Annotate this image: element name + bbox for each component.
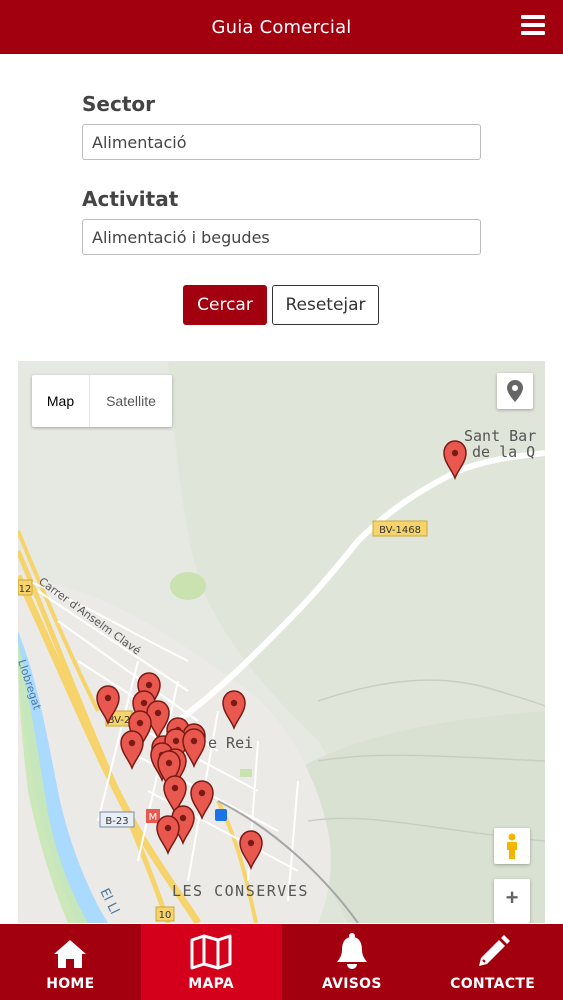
nav-avisos-label: AVISOS xyxy=(321,976,382,992)
map-view[interactable]: BV-1468 B-23 BV-2 12 10 M Sant Bar de la… xyxy=(18,361,545,923)
place-label-sant-bartomeu-2: de la Q xyxy=(472,443,535,461)
app-header: Guia Comercial xyxy=(0,0,563,54)
nav-mapa-label: MAPA xyxy=(188,976,235,992)
road-label-b23: B-23 xyxy=(105,816,128,827)
app-title: Guia Comercial xyxy=(211,16,352,38)
zoom-in-button[interactable]: + xyxy=(494,879,530,923)
nav-mapa[interactable]: MAPA xyxy=(140,924,282,1000)
map-icon xyxy=(190,934,232,970)
bell-icon xyxy=(336,933,367,969)
nav-contacte[interactable]: CONTACTE xyxy=(422,924,563,1000)
activitat-label: Activitat xyxy=(82,187,179,211)
location-pin-icon[interactable] xyxy=(497,373,533,409)
sector-label: Sector xyxy=(82,92,155,116)
hamburger-icon[interactable] xyxy=(521,15,545,35)
map-canvas: BV-1468 B-23 BV-2 12 10 M Sant Bar de la… xyxy=(18,361,545,923)
road-label-12: 12 xyxy=(19,584,32,595)
activitat-select[interactable]: Alimentació i begudes xyxy=(82,219,481,255)
home-icon xyxy=(54,940,87,968)
road-label-10: 10 xyxy=(159,910,172,921)
nav-avisos[interactable]: AVISOS xyxy=(282,924,423,1000)
bottom-nav: HOME MAPA AVISOS CONTACTE xyxy=(0,924,563,1000)
road-label-bv1468: BV-1468 xyxy=(379,525,421,536)
pegman-icon[interactable] xyxy=(494,828,530,864)
map-type-map-button[interactable]: Map xyxy=(32,375,90,427)
place-label-rei: e Rei xyxy=(208,734,253,752)
reset-button[interactable]: Resetejar xyxy=(272,285,379,325)
sector-select[interactable]: Alimentació xyxy=(82,124,481,160)
nav-home[interactable]: HOME xyxy=(0,924,141,1000)
map-type-satellite-button[interactable]: Satellite xyxy=(90,375,172,427)
nav-home-label: HOME xyxy=(46,976,95,992)
pencil-icon xyxy=(478,935,510,966)
nav-contacte-label: CONTACTE xyxy=(450,976,536,992)
search-button[interactable]: Cercar xyxy=(183,285,267,325)
road-label-m: M xyxy=(149,812,158,823)
map-type-control: Map Satellite xyxy=(32,375,172,427)
place-label-les-conserves: LES CONSERVES xyxy=(172,882,309,900)
